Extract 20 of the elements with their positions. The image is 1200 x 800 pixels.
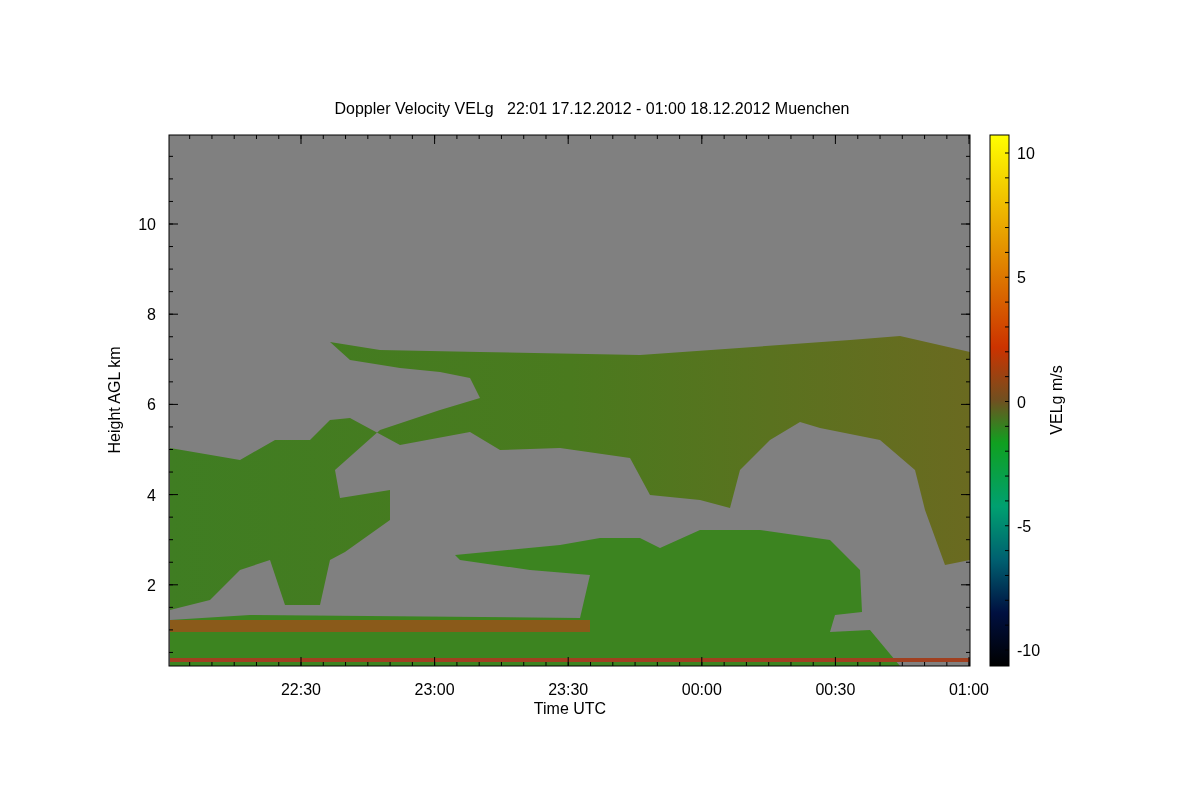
y-tick-label: 6 bbox=[147, 396, 156, 414]
y-tick-label: 10 bbox=[138, 216, 156, 233]
colorbar-tick-label: -10 bbox=[1017, 642, 1041, 659]
colorbar-tick-label: 5 bbox=[1017, 269, 1026, 287]
x-tick-label: 23:30 bbox=[548, 681, 589, 698]
x-tick-label: 00:00 bbox=[681, 681, 722, 698]
y-tick-label: 2 bbox=[147, 576, 156, 594]
y-tick-label: 4 bbox=[147, 486, 156, 504]
y-axis-label: Height AGL km bbox=[106, 346, 123, 454]
colorbar-tick-label: 0 bbox=[1017, 393, 1026, 411]
x-tick-label: 00:30 bbox=[815, 681, 856, 698]
x-tick-label: 23:00 bbox=[414, 681, 455, 698]
x-axis-label: Time UTC bbox=[533, 700, 607, 717]
x-tick-label: 01:00 bbox=[949, 681, 989, 698]
x-tick-label: 22:30 bbox=[281, 681, 321, 698]
colorbar-label: VELg m/s bbox=[1048, 365, 1065, 435]
colorbar-tick-label: -5 bbox=[1017, 517, 1032, 535]
y-tick-label: 8 bbox=[147, 306, 156, 324]
chart-title: Doppler Velocity VELg 22:01 17.12.2012 - 01:00 18.12.2012 Muenchen bbox=[334, 100, 850, 117]
colorbar-tick-label: 10 bbox=[1017, 145, 1035, 162]
